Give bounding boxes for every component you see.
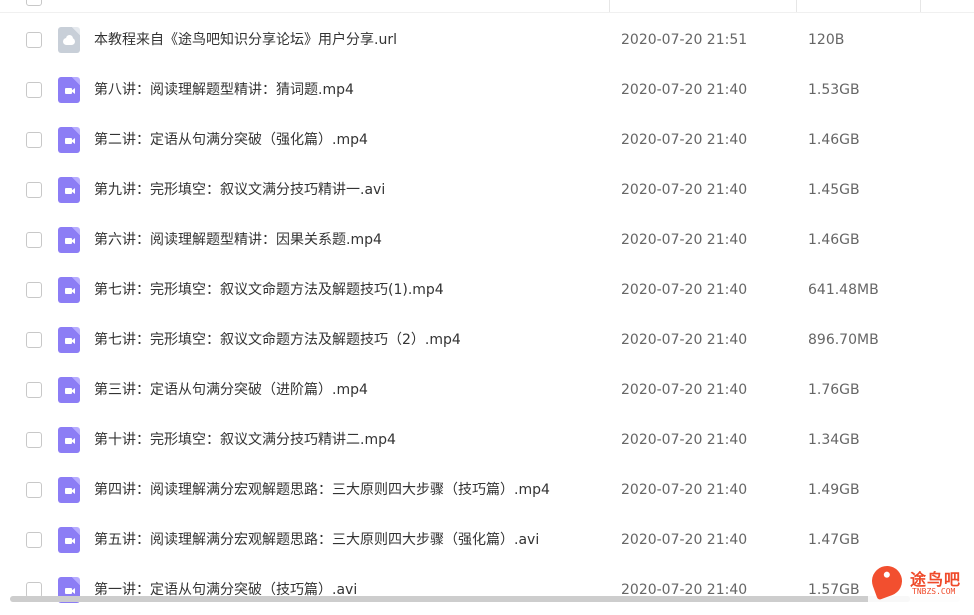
file-modified-date: 2020-07-20 21:40 xyxy=(621,482,748,498)
row-checkbox[interactable] xyxy=(26,32,42,48)
file-row[interactable]: 第五讲：阅读理解满分宏观解题思路：三大原则四大步骤（强化篇）.avi 2020-0… xyxy=(0,515,974,565)
file-size: 1.57GB xyxy=(808,582,860,598)
column-divider[interactable] xyxy=(796,0,797,12)
horizontal-scrollbar-thumb[interactable] xyxy=(10,596,910,602)
file-name[interactable]: 第十讲：完形填空：叙议文满分技巧精讲二.mp4 xyxy=(94,415,396,465)
file-row[interactable]: 第九讲：完形填空：叙议文满分技巧精讲一.avi 2020-07-20 21:40 1… xyxy=(0,165,974,215)
file-modified-date: 2020-07-20 21:40 xyxy=(621,582,748,598)
video-file-icon xyxy=(58,277,80,303)
file-modified-date: 2020-07-20 21:40 xyxy=(621,382,748,398)
row-checkbox[interactable] xyxy=(26,282,42,298)
file-name[interactable]: 第一讲：定语从句满分突破（技巧篇）.avi xyxy=(94,565,357,615)
row-checkbox[interactable] xyxy=(26,182,42,198)
file-name[interactable]: 第七讲：完形填空：叙议文命题方法及解题技巧(1).mp4 xyxy=(94,265,444,315)
column-divider[interactable] xyxy=(609,0,610,12)
video-file-icon xyxy=(58,327,80,353)
row-checkbox[interactable] xyxy=(26,132,42,148)
file-row[interactable]: 第二讲：定语从句满分突破（强化篇）.mp4 2020-07-20 21:40 1.4… xyxy=(0,115,974,165)
watermark-logo: 途鸟吧 TNBZS.COM xyxy=(867,561,972,602)
row-checkbox[interactable] xyxy=(26,532,42,548)
row-checkbox[interactable] xyxy=(26,232,42,248)
video-file-icon xyxy=(58,427,80,453)
file-modified-date: 2020-07-20 21:40 xyxy=(621,82,748,98)
file-name[interactable]: 第三讲：定语从句满分突破（进阶篇）.mp4 xyxy=(94,365,368,415)
file-size: 1.47GB xyxy=(808,532,860,548)
file-modified-date: 2020-07-20 21:40 xyxy=(621,432,748,448)
file-modified-date: 2020-07-20 21:40 xyxy=(621,282,748,298)
video-file-icon xyxy=(58,477,80,503)
file-size: 120B xyxy=(808,32,845,48)
file-row[interactable]: 第六讲：阅读理解题型精讲：因果关系题.mp4 2020-07-20 21:40 1.… xyxy=(0,215,974,265)
file-size: 1.46GB xyxy=(808,132,860,148)
file-size: 641.48MB xyxy=(808,282,879,298)
video-file-icon xyxy=(58,527,80,553)
file-row[interactable]: 第八讲：阅读理解题型精讲：猜词题.mp4 2020-07-20 21:40 1.53… xyxy=(0,65,974,115)
file-row[interactable]: 第四讲：阅读理解满分宏观解题思路：三大原则四大步骤（技巧篇）.mp4 2020-0… xyxy=(0,465,974,515)
file-row[interactable]: 第三讲：定语从句满分突破（进阶篇）.mp4 2020-07-20 21:40 1.7… xyxy=(0,365,974,415)
bird-logo-icon xyxy=(867,561,907,601)
file-modified-date: 2020-07-20 21:40 xyxy=(621,332,748,348)
row-checkbox[interactable] xyxy=(26,332,42,348)
file-modified-date: 2020-07-20 21:40 xyxy=(621,182,748,198)
column-divider[interactable] xyxy=(920,0,921,12)
file-size: 1.53GB xyxy=(808,82,860,98)
row-checkbox[interactable] xyxy=(26,432,42,448)
file-modified-date: 2020-07-20 21:40 xyxy=(621,232,748,248)
watermark-domain: TNBZS.COM xyxy=(912,587,956,596)
file-row[interactable]: 本教程来自《途鸟吧知识分享论坛》用户分享.url 2020-07-20 21:51… xyxy=(0,15,974,65)
file-row[interactable]: 第七讲：完形填空：叙议文命题方法及解题技巧（2）.mp4 2020-07-20 2… xyxy=(0,315,974,365)
column-header xyxy=(0,0,974,13)
file-name[interactable]: 第七讲：完形填空：叙议文命题方法及解题技巧（2）.mp4 xyxy=(94,315,461,365)
file-row[interactable]: 第七讲：完形填空：叙议文命题方法及解题技巧(1).mp4 2020-07-20 2… xyxy=(0,265,974,315)
file-name[interactable]: 第二讲：定语从句满分突破（强化篇）.mp4 xyxy=(94,115,368,165)
file-name[interactable]: 第九讲：完形填空：叙议文满分技巧精讲一.avi xyxy=(94,165,385,215)
file-row[interactable]: 第十讲：完形填空：叙议文满分技巧精讲二.mp4 2020-07-20 21:40 1… xyxy=(0,415,974,465)
file-row[interactable]: 第一讲：定语从句满分突破（技巧篇）.avi 2020-07-20 21:40 1.5… xyxy=(0,565,974,615)
video-file-icon xyxy=(58,227,80,253)
file-modified-date: 2020-07-20 21:40 xyxy=(621,132,748,148)
video-file-icon xyxy=(58,377,80,403)
video-file-icon xyxy=(58,127,80,153)
file-list: 本教程来自《途鸟吧知识分享论坛》用户分享.url 2020-07-20 21:51… xyxy=(0,15,974,615)
file-size: 896.70MB xyxy=(808,332,879,348)
select-all-checkbox[interactable] xyxy=(26,0,42,6)
video-file-icon xyxy=(58,177,80,203)
row-checkbox[interactable] xyxy=(26,82,42,98)
file-size: 1.76GB xyxy=(808,382,860,398)
video-file-icon xyxy=(58,77,80,103)
row-checkbox[interactable] xyxy=(26,482,42,498)
file-size: 1.34GB xyxy=(808,432,860,448)
file-size: 1.49GB xyxy=(808,482,860,498)
file-name[interactable]: 第八讲：阅读理解题型精讲：猜词题.mp4 xyxy=(94,65,354,115)
file-size: 1.45GB xyxy=(808,182,860,198)
file-name[interactable]: 第六讲：阅读理解题型精讲：因果关系题.mp4 xyxy=(94,215,382,265)
file-modified-date: 2020-07-20 21:40 xyxy=(621,532,748,548)
file-name[interactable]: 第五讲：阅读理解满分宏观解题思路：三大原则四大步骤（强化篇）.avi xyxy=(94,515,539,565)
file-name[interactable]: 本教程来自《途鸟吧知识分享论坛》用户分享.url xyxy=(94,15,397,65)
file-modified-date: 2020-07-20 21:51 xyxy=(621,32,748,48)
file-name[interactable]: 第四讲：阅读理解满分宏观解题思路：三大原则四大步骤（技巧篇）.mp4 xyxy=(94,465,550,515)
link-file-icon xyxy=(58,27,80,53)
row-checkbox[interactable] xyxy=(26,382,42,398)
file-size: 1.46GB xyxy=(808,232,860,248)
